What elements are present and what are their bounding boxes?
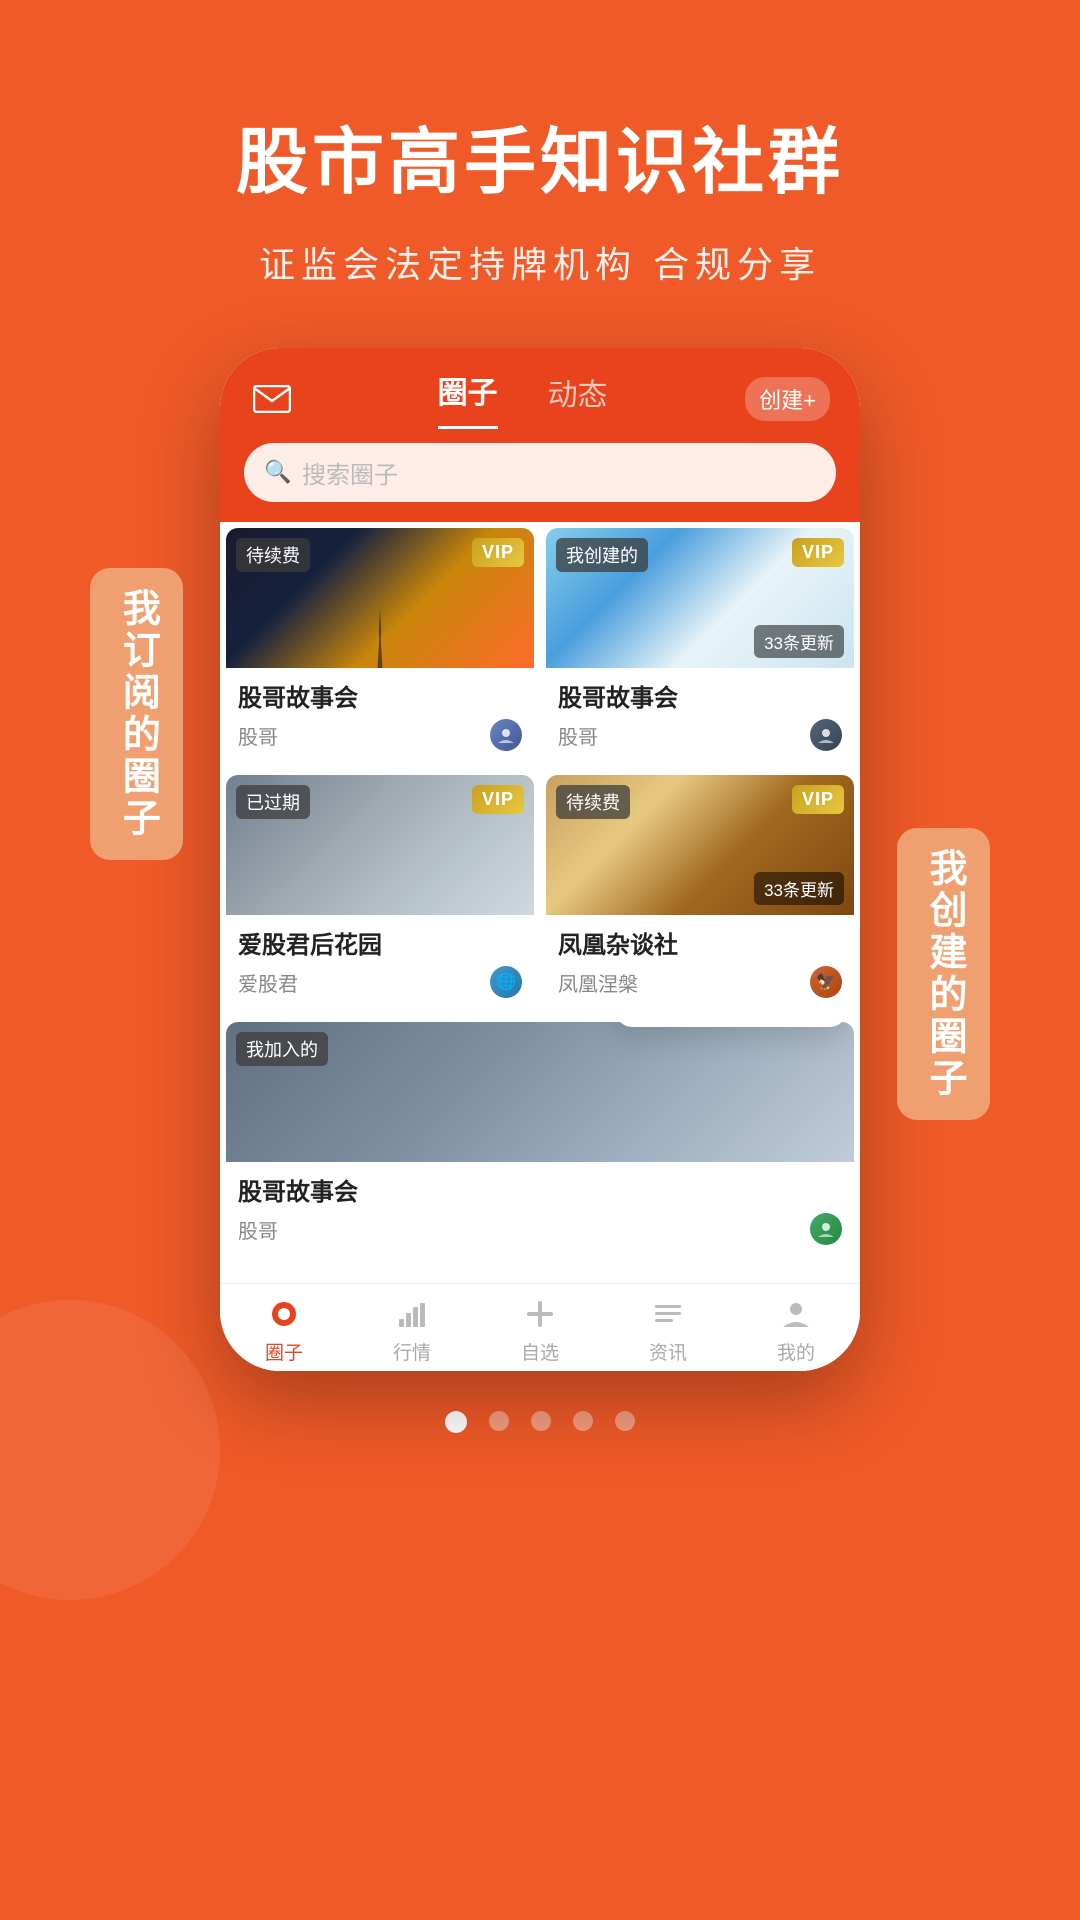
nav-wode-icon xyxy=(776,1294,816,1334)
create-button[interactable]: 创建+ xyxy=(745,377,830,421)
nav-zixun-icon xyxy=(648,1294,688,1334)
nav-wode-label: 我的 xyxy=(777,1338,815,1365)
nav-wode[interactable]: 我的 xyxy=(732,1294,860,1365)
card-item[interactable]: 我创建的 VIP 33条更新 股哥故事会 股哥 xyxy=(546,528,854,763)
card-image: 我创建的 VIP 33条更新 xyxy=(546,528,854,668)
card-avatar xyxy=(810,719,842,751)
spacer xyxy=(220,1263,860,1283)
nav-hangqing-icon xyxy=(392,1294,432,1334)
card-info: 股哥故事会 股哥 xyxy=(226,668,534,763)
card-info: 爱股君后花园 爱股君 🌐 xyxy=(226,915,534,1010)
cards-grid: 待续费 VIP 股哥故事会 股哥 xyxy=(220,522,860,1263)
card-author: 凤凰涅槃 xyxy=(558,968,638,997)
create-popup: × 创建专属圈子 建设优质社群 + 创建圈子 xyxy=(616,1022,846,1027)
nav-zixuan-label: 自选 xyxy=(521,1338,559,1365)
nav-hangqing-label: 行情 xyxy=(393,1338,431,1365)
mail-button[interactable] xyxy=(250,382,300,416)
nav-quanzi-label: 圈子 xyxy=(265,1338,303,1365)
hero-subtitle: 证监会法定持牌机构 合规分享 xyxy=(0,236,1080,288)
float-label-right: 我创建的圈子 xyxy=(897,828,990,1120)
tab-dongtai[interactable]: 动态 xyxy=(548,370,608,428)
card-author: 爱股君 xyxy=(238,968,298,997)
search-bar-wrap: 🔍 搜索圈子 xyxy=(220,429,860,522)
card-vip: VIP xyxy=(792,785,844,814)
page-dot-1[interactable] xyxy=(445,1411,467,1433)
card-name: 爱股君后花园 xyxy=(238,925,522,960)
card-vip: VIP xyxy=(792,538,844,567)
card-item[interactable]: 已过期 VIP 爱股君后花园 爱股君 🌐 xyxy=(226,775,534,1010)
card-author-row: 爱股君 🌐 xyxy=(238,966,522,998)
mail-icon xyxy=(250,382,294,416)
card-name: 股哥故事会 xyxy=(238,1172,842,1207)
search-bar[interactable]: 🔍 搜索圈子 xyxy=(244,443,836,502)
nav-quanzi-icon xyxy=(264,1294,304,1334)
card-item[interactable]: 待续费 VIP 33条更新 凤凰杂谈社 凤凰涅槃 🦅 xyxy=(546,775,854,1010)
card-author: 股哥 xyxy=(558,721,598,750)
card-author-row: 股哥 xyxy=(558,719,842,751)
page-dot-2[interactable] xyxy=(489,1411,509,1431)
card-badge-created: 我创建的 xyxy=(556,538,648,572)
app-topbar: 圈子 动态 创建+ xyxy=(220,348,860,429)
card-avatar: 🦅 xyxy=(810,966,842,998)
nav-zixuan-icon xyxy=(520,1294,560,1334)
card-item-fullwidth[interactable]: 我加入的 股哥故事会 股哥 × 创建专属圈 xyxy=(226,1022,854,1257)
card-image: 待续费 VIP xyxy=(226,528,534,668)
card-name: 股哥故事会 xyxy=(558,678,842,713)
card-item[interactable]: 待续费 VIP 股哥故事会 股哥 xyxy=(226,528,534,763)
hero-section: 股市高手知识社群 证监会法定持牌机构 合规分享 xyxy=(0,0,1080,348)
card-image: 待续费 VIP 33条更新 xyxy=(546,775,854,915)
phone-screen: 圈子 动态 创建+ 🔍 搜索圈子 待续费 VIP xyxy=(220,348,860,1371)
page-indicators xyxy=(0,1371,1080,1483)
card-author-row: 凤凰涅槃 🦅 xyxy=(558,966,842,998)
page-dot-4[interactable] xyxy=(573,1411,593,1431)
card-name: 凤凰杂谈社 xyxy=(558,925,842,960)
card-author: 股哥 xyxy=(238,1215,278,1244)
phone-mockup: 我订阅的圈子 我创建的圈子 圈子 动态 xyxy=(220,348,860,1371)
card-image: 我加入的 xyxy=(226,1022,854,1162)
nav-zixuan[interactable]: 自选 xyxy=(476,1294,604,1365)
nav-zixun[interactable]: 资讯 xyxy=(604,1294,732,1365)
hero-title: 股市高手知识社群 xyxy=(0,120,1080,206)
card-info: 凤凰杂谈社 凤凰涅槃 🦅 xyxy=(546,915,854,1010)
search-icon: 🔍 xyxy=(264,459,292,487)
card-author: 股哥 xyxy=(238,721,278,750)
card-author-row: 股哥 xyxy=(238,1213,842,1245)
card-info: 股哥故事会 股哥 xyxy=(546,668,854,763)
float-label-left: 我订阅的圈子 xyxy=(90,568,183,860)
card-badge-pending: 待续费 xyxy=(236,538,310,572)
card-author-row: 股哥 xyxy=(238,719,522,751)
card-badge-expired: 已过期 xyxy=(236,785,310,819)
page-dot-5[interactable] xyxy=(615,1411,635,1431)
card-update: 33条更新 xyxy=(754,872,844,905)
card-avatar xyxy=(490,719,522,751)
card-vip: VIP xyxy=(472,538,524,567)
topbar-tabs: 圈子 动态 xyxy=(438,368,608,429)
page-dot-3[interactable] xyxy=(531,1411,551,1431)
nav-quanzi[interactable]: 圈子 xyxy=(220,1294,348,1365)
phone-frame: 圈子 动态 创建+ 🔍 搜索圈子 待续费 VIP xyxy=(220,348,860,1371)
card-image: 已过期 VIP xyxy=(226,775,534,915)
bottom-nav: 圈子 行情 xyxy=(220,1283,860,1371)
nav-zixun-label: 资讯 xyxy=(649,1338,687,1365)
tab-quanzi[interactable]: 圈子 xyxy=(438,368,498,429)
card-update: 33条更新 xyxy=(754,625,844,658)
nav-hangqing[interactable]: 行情 xyxy=(348,1294,476,1365)
search-placeholder: 搜索圈子 xyxy=(302,455,398,490)
card-avatar xyxy=(810,1213,842,1245)
card-badge-joined: 我加入的 xyxy=(236,1032,328,1066)
card-name: 股哥故事会 xyxy=(238,678,522,713)
card-info: 股哥故事会 股哥 xyxy=(226,1162,854,1257)
card-avatar: 🌐 xyxy=(490,966,522,998)
card-vip: VIP xyxy=(472,785,524,814)
card-badge-pending2: 待续费 xyxy=(556,785,630,819)
